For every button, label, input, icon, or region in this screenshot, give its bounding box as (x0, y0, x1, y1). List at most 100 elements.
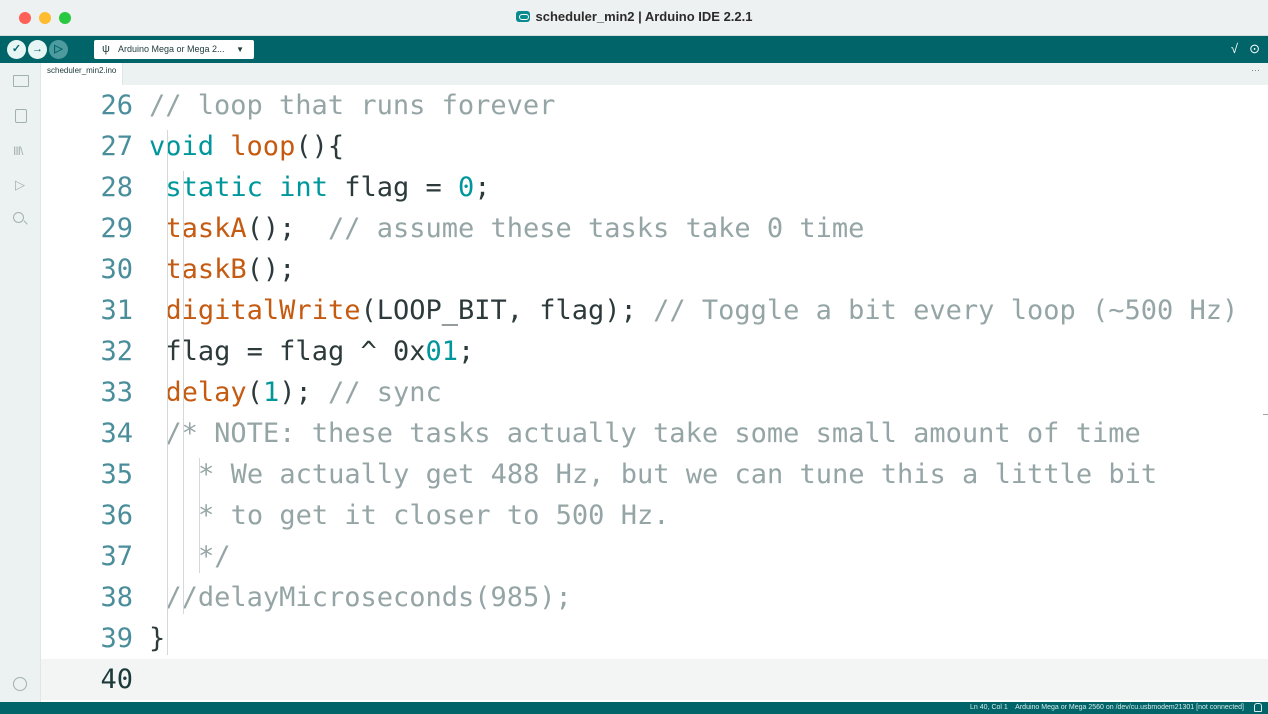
code-line[interactable]: 33 delay(1); // sync (41, 372, 1268, 413)
code-text: digitalWrite(LOOP_BIT, flag); // Toggle … (165, 290, 1238, 331)
debug-button[interactable]: ▷ (49, 40, 68, 59)
line-number: 37 (100, 541, 133, 572)
code-line[interactable]: 28 static int flag = 0; (41, 167, 1268, 208)
indent-guide (199, 458, 200, 573)
code-token: (){ (295, 131, 345, 162)
serial-monitor-icon[interactable]: ⊙ (1249, 41, 1260, 57)
boards-manager-button[interactable] (12, 107, 28, 123)
code-text: //delayMicroseconds(985); (165, 577, 571, 618)
code-line[interactable]: 26 // loop that runs forever (41, 85, 1268, 126)
line-number: 27 (100, 131, 133, 162)
code-token: 01 (425, 336, 458, 367)
window-title: scheduler_min2 | Arduino IDE 2.2.1 (0, 9, 1268, 24)
window-title-text: scheduler_min2 | Arduino IDE 2.2.1 (535, 9, 753, 24)
code-line[interactable]: 30 taskB(); (41, 249, 1268, 290)
library-manager-button[interactable]: III\ (12, 141, 28, 158)
code-text: * We actually get 488 Hz, but we can tun… (182, 454, 1157, 495)
status-text: Ln 40, Col 1 Arduino Mega or Mega 2560 o… (970, 704, 1244, 711)
code-line[interactable]: 34 /* NOTE: these tasks actually take som… (41, 413, 1268, 454)
upload-button[interactable]: → (28, 40, 47, 59)
code-text: // loop that runs forever (149, 85, 555, 126)
code-token: ( (246, 377, 263, 408)
code-text: * to get it closer to 500 Hz. (181, 495, 670, 536)
code-line[interactable]: 36 * to get it closer to 500 Hz. (41, 495, 1268, 536)
code-text: void loop(){ (149, 126, 344, 167)
code-editor[interactable]: 26 // loop that runs forever 27 void loop()… (41, 85, 1268, 702)
profile-button[interactable] (12, 676, 28, 692)
activity-bar: III\ ▷ (0, 63, 41, 702)
code-line[interactable]: 38 //delayMicroseconds(985); (41, 577, 1268, 618)
editor-tab-bar: scheduler_min2.ino ··· (41, 63, 1268, 85)
arrow-right-icon: → (32, 43, 43, 55)
code-text: delay(1); // sync (165, 372, 441, 413)
debug-view-button[interactable]: ▷ (12, 177, 28, 193)
notifications-bell-icon[interactable] (1254, 703, 1262, 712)
profile-icon (13, 677, 27, 691)
code-token: loop (230, 131, 296, 162)
more-tabs-icon[interactable]: ··· (1251, 65, 1260, 75)
code-text: */ (182, 536, 231, 577)
line-number: 31 (100, 295, 133, 326)
code-token: ; (474, 172, 491, 203)
board-selector[interactable]: ψ Arduino Mega or Mega 2... ▼ (94, 40, 254, 59)
code-token: /* NOTE: these tasks actually take some … (165, 418, 1141, 449)
line-number: 29 (100, 213, 133, 244)
code-token: * to get it closer to 500 Hz. (181, 500, 670, 531)
code-text: static int flag = 0; (165, 167, 490, 208)
debug-icon: ▷ (15, 177, 25, 192)
code-text: flag = flag ^ 0x01; (165, 331, 474, 372)
code-line[interactable]: 29 taskA(); // assume these tasks take 0 … (41, 208, 1268, 249)
code-line[interactable]: 31 digitalWrite(LOOP_BIT, flag); // Toggl… (41, 290, 1268, 331)
line-number: 28 (100, 172, 133, 203)
line-number: 32 (100, 336, 133, 367)
board-icon (15, 109, 27, 123)
code-text: } (149, 618, 165, 659)
code-token: flag = (327, 172, 458, 203)
code-token: ); (279, 377, 328, 408)
code-token: (); (246, 213, 328, 244)
serial-plotter-icon[interactable]: √ (1231, 41, 1238, 56)
chevron-down-icon: ▼ (236, 45, 244, 54)
code-line[interactable]: 39} (41, 618, 1268, 659)
sketchbook-button[interactable] (12, 71, 29, 87)
folder-icon (13, 75, 29, 87)
line-number: 36 (100, 500, 133, 531)
code-token: 0 (458, 172, 475, 203)
code-token: delay (165, 377, 247, 408)
code-token: taskA (165, 213, 247, 244)
code-line[interactable]: 35 * We actually get 488 Hz, but we can … (41, 454, 1268, 495)
line-number: 39 (100, 623, 133, 654)
code-token: */ (181, 541, 231, 572)
code-token: // Toggle a bit every loop (~500 Hz) (653, 295, 1239, 326)
arduino-logo-icon (515, 11, 530, 22)
tab-scheduler-min2[interactable]: scheduler_min2.ino (41, 63, 124, 85)
search-view-button[interactable] (12, 211, 28, 227)
board-selector-label: Arduino Mega or Mega 2... (118, 44, 225, 54)
search-icon (13, 212, 24, 223)
code-line[interactable]: 40 (41, 659, 1268, 700)
status-bar: Ln 40, Col 1 Arduino Mega or Mega 2560 o… (0, 702, 1268, 714)
code-token: (LOOP_BIT, flag); (360, 295, 654, 326)
code-line[interactable]: 27 void loop(){ (41, 126, 1268, 167)
code-token: } (149, 623, 166, 654)
indent-guide (167, 130, 168, 655)
checkmark-icon: ✓ (11, 43, 22, 55)
code-token: // loop that runs forever (149, 90, 556, 121)
code-line[interactable]: 37 */ (41, 536, 1268, 577)
code-token: taskB (165, 254, 247, 285)
code-token: ; (458, 336, 475, 367)
code-token: // assume these tasks take 0 time (327, 213, 865, 244)
library-icon: III\ (13, 144, 23, 158)
verify-button[interactable]: ✓ (7, 40, 26, 59)
line-number: 26 (100, 90, 133, 121)
line-number: 33 (100, 377, 133, 408)
line-number: 35 (100, 459, 133, 490)
line-number: 30 (100, 254, 133, 285)
code-line[interactable]: 32 flag = flag ^ 0x01; (41, 331, 1268, 372)
code-token: // sync (327, 377, 442, 408)
code-token: digitalWrite (165, 295, 361, 326)
code-text: /* NOTE: these tasks actually take some … (165, 413, 1140, 454)
indent-guide (183, 171, 184, 614)
code-token: * We actually get 488 Hz, but we can tun… (181, 459, 1158, 490)
ide-window: scheduler_min2 | Arduino IDE 2.2.1 ✓ → ▷… (0, 0, 1268, 714)
